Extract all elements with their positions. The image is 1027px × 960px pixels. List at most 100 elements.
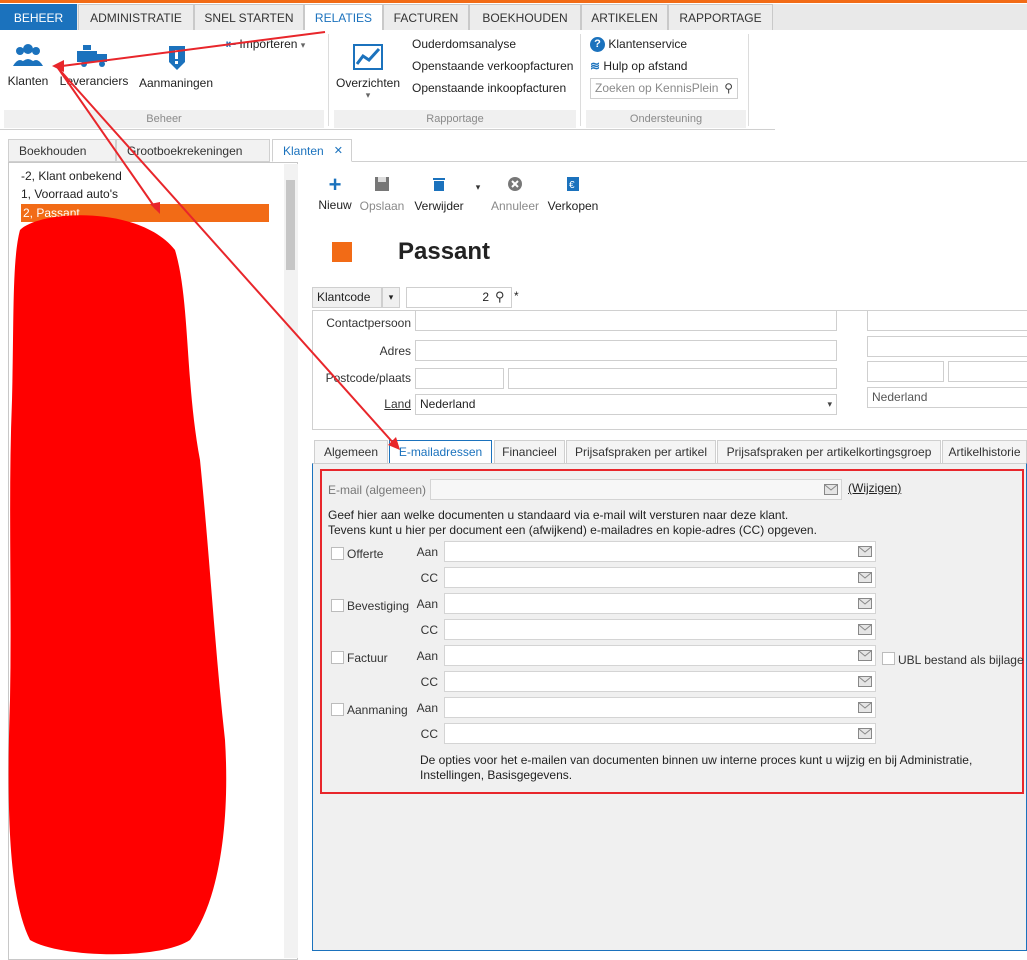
adres-extra-input[interactable] (867, 336, 1027, 357)
bevestiging-aan-input[interactable] (444, 593, 876, 614)
land-select[interactable]: Nederland ▾ (415, 394, 837, 415)
cc-label: CC (420, 571, 438, 585)
trash-icon (433, 178, 445, 191)
plaats-extra-input[interactable] (948, 361, 1027, 382)
tab-artikelhistorie[interactable]: Artikelhistorie (942, 440, 1027, 464)
factuur-aan-input[interactable] (444, 645, 876, 666)
list-scrollbar[interactable] (284, 164, 298, 958)
tab-grootboekrekeningen[interactable]: Grootboekrekeningen (116, 139, 270, 162)
tab-e-mailadressen[interactable]: E-mailadressen (389, 440, 492, 465)
klanten-button[interactable]: Klanten (4, 42, 52, 88)
group-label-beheer: Beheer (4, 110, 324, 128)
aan-label: Aan (416, 649, 438, 663)
openstaande-verkoopfacturen-link[interactable]: Openstaande verkoopfacturen (412, 56, 573, 76)
tab-snel-starten[interactable]: SNEL STARTEN (194, 4, 304, 31)
tab-administratie[interactable]: ADMINISTRATIE (78, 4, 194, 31)
tab-financieel[interactable]: Financieel (494, 440, 565, 464)
tab-klanten[interactable]: Klanten ✕ (272, 139, 352, 162)
land-label[interactable]: Land (315, 397, 411, 411)
footer-text-line2: Instellingen, Basisgegevens. (420, 768, 573, 782)
list-scrollbar-thumb[interactable] (286, 180, 295, 270)
leveranciers-button[interactable]: Leveranciers (58, 42, 130, 88)
kennisplein-search-input[interactable]: Zoeken op KennisPlein ⚲ (590, 78, 738, 99)
land-extra-input[interactable]: Nederland (867, 387, 1027, 408)
aan-label: Aan (416, 701, 438, 715)
tab-rapportage[interactable]: RAPPORTAGE (668, 4, 773, 31)
aanmaning-checkbox[interactable] (331, 703, 344, 716)
tab-algemeen[interactable]: Algemeen (314, 440, 388, 464)
postcode-extra-input[interactable] (867, 361, 944, 382)
aanmaning-cc-input[interactable] (444, 723, 876, 744)
truck-icon (77, 45, 107, 67)
tab-artikelen[interactable]: ARTIKELEN (581, 4, 668, 31)
opslaan-button[interactable]: Opslaan (358, 176, 406, 213)
list-item-selected[interactable]: 2, Passant (21, 204, 269, 222)
search-icon[interactable]: ⚲ (495, 289, 505, 305)
verwijder-dropdown-icon[interactable]: ▾ (472, 182, 484, 193)
envelope-icon (858, 728, 872, 742)
customer-list: -2, Klant onbekend 1, Voorraad auto's 2,… (8, 162, 298, 960)
cancel-icon (508, 177, 522, 191)
nieuw-label: Nieuw (318, 198, 352, 212)
ouderdomsanalyse-link[interactable]: Ouderdomsanalyse (412, 34, 516, 54)
klantenservice-label: Klantenservice (608, 37, 688, 51)
klantenservice-button[interactable]: ? Klantenservice (590, 34, 687, 54)
ubl-checkbox[interactable] (882, 652, 895, 665)
envelope-icon (858, 676, 872, 690)
factuur-label: Factuur (347, 651, 388, 665)
opslaan-label: Opslaan (359, 199, 405, 213)
wijzigen-link[interactable]: (Wijzigen) (848, 481, 901, 495)
contactpersoon-label: Contactpersoon (326, 316, 411, 330)
aanmaningen-button[interactable]: Aanmaningen (136, 42, 216, 90)
tab-boekhouden[interactable]: BOEKHOUDEN (469, 4, 581, 31)
close-icon[interactable]: ✕ (334, 140, 343, 162)
email-algemeen-input[interactable] (430, 479, 842, 500)
nieuw-button[interactable]: + Nieuw (316, 172, 354, 213)
aanmaningen-label: Aanmaningen (138, 76, 214, 90)
postcode-input[interactable] (415, 368, 504, 389)
ribbon-separator (328, 34, 329, 126)
contactpersoon-extra-input[interactable] (867, 311, 1027, 331)
tab-beheer[interactable]: BEHEER (0, 4, 77, 31)
bevestiging-cc-input[interactable] (444, 619, 876, 640)
bevestiging-label: Bevestiging (347, 599, 410, 613)
factuur-checkbox[interactable] (331, 651, 344, 664)
klantcode-chevron-icon[interactable]: ▾ (382, 287, 400, 308)
chart-icon (353, 44, 383, 70)
verkopen-button[interactable]: € Verkopen (547, 176, 599, 213)
ribbon-separator (580, 34, 581, 126)
reminder-icon (169, 46, 185, 70)
factuur-cc-input[interactable] (444, 671, 876, 692)
tab-relaties[interactable]: RELATIES (304, 4, 383, 32)
tab-prijsafspraken-artikel[interactable]: Prijsafspraken per artikel (566, 440, 716, 464)
sell-icon: € (567, 177, 579, 191)
verwijder-button[interactable]: Verwijder (412, 176, 466, 213)
hulp-op-afstand-button[interactable]: ≋ Hulp op afstand (590, 56, 687, 76)
leveranciers-label: Leveranciers (59, 74, 129, 88)
offerte-aan-input[interactable] (444, 541, 876, 562)
tab-facturen[interactable]: FACTUREN (383, 4, 469, 31)
adres-input[interactable] (415, 340, 837, 361)
bevestiging-checkbox[interactable] (331, 599, 344, 612)
tab-boekhouden-panel[interactable]: Boekhouden (8, 139, 116, 162)
openstaande-inkoopfacturen-link[interactable]: Openstaande inkoopfacturen (412, 78, 566, 98)
aanmaning-aan-input[interactable] (444, 697, 876, 718)
offerte-checkbox[interactable] (331, 547, 344, 560)
top-accent-line (0, 0, 1027, 3)
aan-label: Aan (416, 545, 438, 559)
plus-icon: + (328, 172, 342, 197)
customer-name-title: Passant (398, 238, 491, 265)
contactpersoon-input[interactable] (415, 311, 837, 331)
annuleer-button[interactable]: Annuleer (489, 176, 541, 213)
offerte-cc-input[interactable] (444, 567, 876, 588)
plaats-input[interactable] (508, 368, 837, 389)
importeren-button[interactable]: ⇤ Importeren ▾ (226, 34, 305, 54)
list-item[interactable]: -2, Klant onbekend (21, 167, 122, 185)
list-item[interactable]: 1, Voorraad auto's (21, 185, 118, 203)
envelope-icon (858, 572, 872, 586)
overzichten-button[interactable]: Overzichten ▾ (334, 42, 402, 101)
group-label-rapportage: Rapportage (334, 110, 576, 128)
tab-prijsafspraken-kortingsgroep[interactable]: Prijsafspraken per artikelkortingsgroep (717, 440, 941, 464)
klantcode-selector[interactable]: Klantcode (312, 287, 382, 308)
search-icon: ⚲ (724, 81, 733, 95)
